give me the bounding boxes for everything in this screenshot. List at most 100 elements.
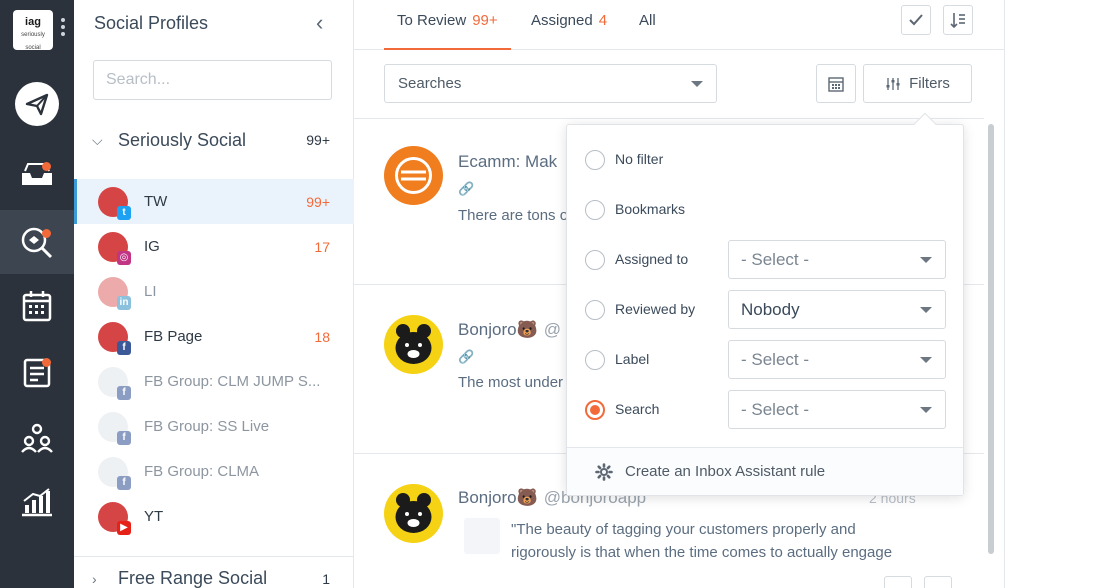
calendar-icon <box>828 76 844 92</box>
group-name: Seriously Social <box>118 129 247 150</box>
send-nav[interactable] <box>0 72 74 136</box>
twitter-icon: t <box>117 205 131 220</box>
radio-button[interactable] <box>585 150 605 170</box>
group-free-range-social[interactable]: › Free Range Social 1 <box>74 556 354 588</box>
avatar: ▶ <box>98 501 131 535</box>
reviewed-by-select[interactable]: Nobody <box>728 290 946 329</box>
profile-fb-page[interactable]: f FB Page 18 <box>74 314 354 359</box>
profile-ig[interactable]: ◎ IG 17 <box>74 224 354 269</box>
radio-button-selected[interactable] <box>585 400 605 420</box>
tab-assigned[interactable]: Assigned 4 <box>531 12 607 50</box>
sliders-icon <box>886 77 900 90</box>
profile-label: FB Group: CLM JUMP S... <box>144 373 321 390</box>
listening-nav[interactable] <box>0 210 74 274</box>
link-preview-thumbnail[interactable] <box>464 518 500 554</box>
brand-logo[interactable]: iag seriously social <box>13 10 53 50</box>
profile-li[interactable]: in LI <box>74 269 354 314</box>
post-text-line2: rigorously is that when the time comes t… <box>511 544 893 561</box>
facebook-icon: f <box>117 430 131 445</box>
filter-option-label[interactable]: Label - Select - <box>567 340 965 380</box>
profile-yt[interactable]: ▶ YT <box>74 494 354 539</box>
filter-label: Reviewed by <box>615 301 696 317</box>
facebook-icon: f <box>117 385 131 400</box>
tab-count: 4 <box>598 12 608 29</box>
radio-button[interactable] <box>585 300 605 320</box>
filters-popover: No filter Bookmarks Assigned to - Select… <box>566 112 965 496</box>
panel-title: Social Profiles <box>94 13 209 33</box>
filter-option-assigned-to[interactable]: Assigned to - Select - <box>567 240 965 280</box>
search-select[interactable]: - Select - <box>728 390 946 429</box>
instagram-icon: ◎ <box>117 250 131 265</box>
social-profiles-panel: Social Profiles ‹ ⌵ Seriously Social 99+… <box>74 0 354 588</box>
facebook-icon: f <box>117 475 131 490</box>
reports-nav[interactable] <box>0 470 74 534</box>
filter-option-reviewed-by[interactable]: Reviewed by Nobody <box>567 290 965 330</box>
caret-down-icon <box>920 257 932 263</box>
tab-all[interactable]: All <box>639 12 656 50</box>
review-button[interactable] <box>924 576 952 588</box>
link-icon[interactable]: 🔗 <box>458 181 474 197</box>
searches-dropdown[interactable]: Searches <box>384 64 717 103</box>
label-select[interactable]: - Select - <box>728 340 946 379</box>
assigned-to-select[interactable]: - Select - <box>728 240 946 279</box>
profile-label: LI <box>144 283 157 300</box>
radio-button[interactable] <box>585 350 605 370</box>
brand-sub: seriously social <box>21 32 45 50</box>
left-rail: iag seriously social <box>0 0 74 588</box>
scrollbar[interactable] <box>988 124 994 554</box>
notification-dot <box>42 229 51 238</box>
radio-button[interactable] <box>585 200 605 220</box>
inbox-nav[interactable] <box>0 142 74 206</box>
filter-label: Label <box>615 351 650 367</box>
app-root: iag seriously social Social Profiles ‹ S… <box>0 0 1100 588</box>
profile-tw[interactable]: t TW 99+ <box>74 179 354 224</box>
notification-dot <box>42 162 51 171</box>
like-button[interactable] <box>884 576 912 588</box>
filter-option-bookmarks[interactable]: Bookmarks <box>567 190 965 230</box>
profile-fb-group-ss-live[interactable]: f FB Group: SS Live <box>74 404 354 449</box>
team-nav[interactable] <box>0 406 74 470</box>
filter-option-search[interactable]: Search - Select - <box>567 390 965 430</box>
profile-fb-group-clma[interactable]: f FB Group: CLMA <box>74 449 354 494</box>
calendar-nav[interactable] <box>0 274 74 338</box>
sort-button[interactable] <box>943 5 973 35</box>
filter-label: Bookmarks <box>615 201 686 217</box>
kebab-icon[interactable] <box>61 18 65 38</box>
filters-button[interactable]: Filters <box>863 64 972 103</box>
radio-button[interactable] <box>585 250 605 270</box>
team-icon <box>21 423 53 453</box>
tab-label: To Review <box>397 12 467 29</box>
post-text: "The beauty of tagging your customers pr… <box>511 521 856 538</box>
youtube-icon: ▶ <box>117 520 131 535</box>
facebook-icon: f <box>117 340 131 355</box>
profile-fb-group-clm-jump[interactable]: f FB Group: CLM JUMP S... <box>74 359 354 404</box>
group-seriously-social[interactable]: ⌵ Seriously Social 99+ <box>74 118 354 162</box>
send-icon <box>15 82 59 126</box>
avatar: f <box>98 321 131 355</box>
profile-label: FB Group: SS Live <box>144 418 270 435</box>
tab-to-review[interactable]: To Review 99+ <box>384 12 511 50</box>
create-inbox-rule-button[interactable]: Create an Inbox Assistant rule <box>567 447 963 495</box>
avatar: in <box>98 276 131 310</box>
select-value: - Select - <box>741 350 810 369</box>
profile-count: 17 <box>314 238 330 255</box>
group-count: 1 <box>322 570 330 587</box>
filter-option-no-filter[interactable]: No filter <box>567 140 965 180</box>
link-icon[interactable]: 🔗 <box>458 349 474 365</box>
filter-label: Assigned to <box>615 251 689 267</box>
chevron-right-icon: › <box>92 570 97 587</box>
avatar: f <box>98 366 131 400</box>
linkedin-icon: in <box>117 295 131 310</box>
avatar: f <box>98 456 131 490</box>
post-author: Ecamm: Mak <box>458 152 558 171</box>
collapse-panel-icon[interactable]: ‹ <box>316 10 323 36</box>
date-range-button[interactable] <box>816 64 856 103</box>
tasks-nav[interactable] <box>0 340 74 404</box>
mark-reviewed-button[interactable] <box>901 5 931 35</box>
profile-count: 99+ <box>306 193 330 210</box>
profile-label: FB Page <box>144 328 203 345</box>
tab-count: 99+ <box>472 12 498 29</box>
caret-down-icon <box>920 307 932 313</box>
select-value: - Select - <box>741 400 810 419</box>
profile-search-input[interactable] <box>93 60 332 100</box>
